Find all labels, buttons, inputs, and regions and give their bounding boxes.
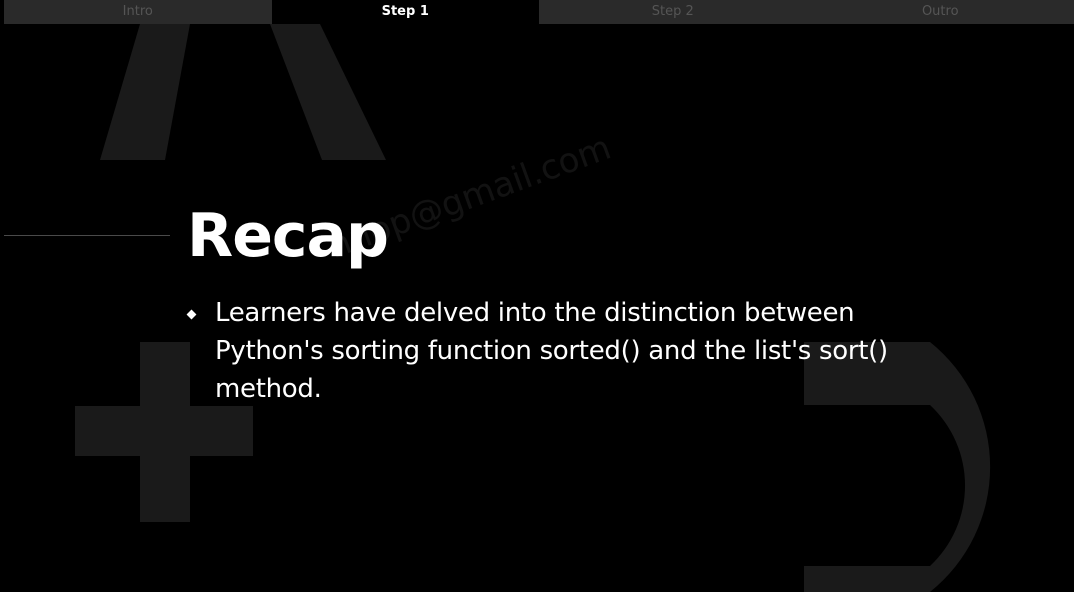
diamond-bullet-icon: [186, 309, 197, 320]
tab-intro[interactable]: Intro: [4, 0, 272, 24]
heading-divider-line: [4, 235, 170, 236]
slide-page: nnop@gmail.com Intro Step 1 Step 2 Outro…: [0, 0, 1074, 592]
tab-step-2[interactable]: Step 2: [539, 0, 807, 24]
bullet-list: Learners have delved into the distinctio…: [185, 294, 945, 408]
tab-step-1[interactable]: Step 1: [271, 0, 539, 24]
tab-outro[interactable]: Outro: [806, 0, 1074, 24]
bullet-text: Learners have delved into the distinctio…: [215, 298, 888, 404]
step-tab-bar: Intro Step 1 Step 2 Outro: [4, 0, 1074, 24]
list-item: Learners have delved into the distinctio…: [185, 294, 945, 408]
slide-title: Recap: [187, 201, 389, 271]
